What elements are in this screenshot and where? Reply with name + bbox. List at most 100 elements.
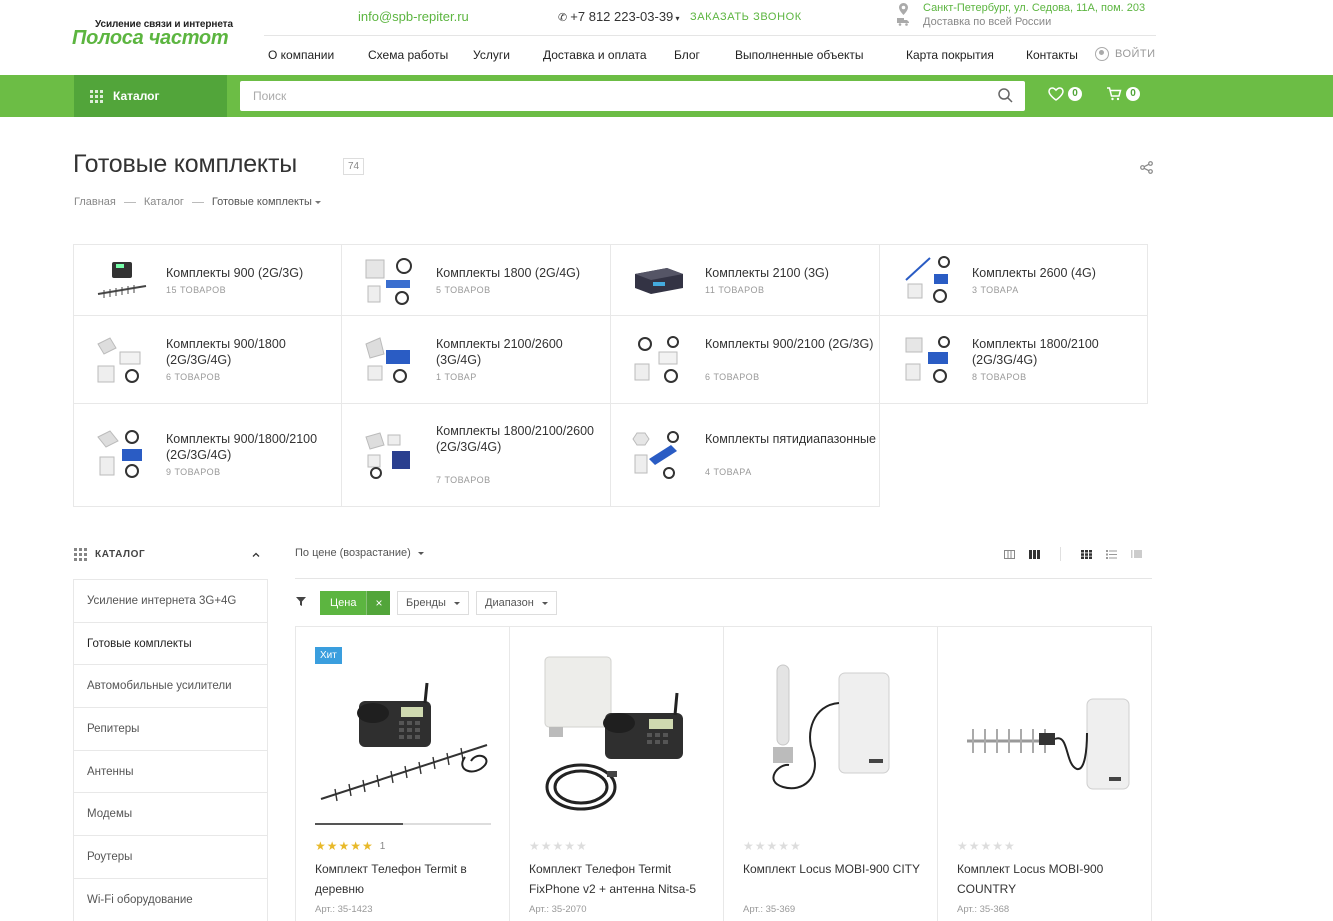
filter-price-chip[interactable]: Цена × [320, 591, 391, 615]
product-name[interactable]: Комплект Телефон Termit FixPhone v2 + ан… [529, 859, 709, 899]
sort-dropdown[interactable]: По цене (возрастание) [295, 547, 424, 559]
subcategory-card[interactable]: Комплекты 2100/2600 (3G/4G) 1 ТОВАР [341, 315, 611, 404]
product-image[interactable] [315, 653, 491, 823]
breadcrumb-catalog[interactable]: Каталог [144, 196, 184, 208]
page-title: Готовые комплекты [73, 150, 297, 178]
rating-stars: ★★★★★ [529, 839, 588, 853]
nav-projects[interactable]: Выполненные объекты [735, 48, 864, 62]
subcategory-title: Комплекты 900/1800 (2G/3G/4G) [166, 337, 286, 367]
sidebar-item-internet-boost[interactable]: Усиление интернета 3G+4G [74, 580, 267, 623]
filter-brands-label: Бренды [406, 597, 446, 609]
product-name[interactable]: Комплект Телефон Termit в деревню [315, 859, 495, 899]
subcategory-count: 11 ТОВАРОВ [705, 285, 765, 295]
email-link[interactable]: info@spb-repiter.ru [358, 9, 469, 24]
sidebar-heading: КАТАЛОГ [95, 549, 146, 560]
callback-link[interactable]: ЗАКАЗАТЬ ЗВОНОК [690, 11, 802, 23]
sidebar-item-ready-kits[interactable]: Готовые комплекты [74, 623, 267, 666]
nav-workflow[interactable]: Схема работы [368, 48, 448, 62]
filter-brands-dropdown[interactable]: Бренды [397, 591, 469, 615]
chevron-down-icon [314, 200, 321, 204]
nav-blog[interactable]: Блог [674, 48, 700, 62]
product-card[interactable]: Хит ★★★★★ 1 Комплект Телефон Termit в де… [296, 627, 510, 921]
subcategory-card[interactable]: Комплекты 900/1800 (2G/3G/4G) 6 ТОВАРОВ [73, 315, 342, 404]
heart-icon [1048, 87, 1064, 101]
subcategory-card[interactable]: Комплекты 2100 (3G) 11 ТОВАРОВ [610, 244, 880, 316]
grid-view-icon[interactable] [1081, 549, 1092, 559]
filter-price-label: Цена [330, 597, 357, 609]
breadcrumb-current[interactable]: Готовые комплекты [212, 196, 321, 208]
subcategory-title: Комплекты 900/2100 (2G/3G) [705, 337, 874, 351]
phone-text: +7 812 223-03-39 [570, 9, 674, 24]
nav-delivery[interactable]: Доставка и оплата [543, 48, 647, 62]
subcategory-card[interactable]: Комплекты 1800/2100/2600 (2G/3G/4G) 7 ТО… [341, 403, 611, 507]
sidebar-item-antennas[interactable]: Антенны [74, 751, 267, 794]
search-input[interactable] [240, 81, 1025, 111]
favorites-button[interactable]: 0 [1048, 87, 1082, 101]
rating-stars: ★★★★★ [957, 839, 1016, 853]
filter-icon[interactable] [296, 596, 306, 610]
breadcrumb-separator [191, 201, 204, 203]
sidebar-item-repeaters[interactable]: Репитеры [74, 708, 267, 751]
share-icon[interactable] [1140, 161, 1153, 177]
repeater-kit-thumbnail-icon [365, 258, 412, 305]
sidebar-catalog-header[interactable]: КАТАЛОГ [74, 548, 260, 561]
search-box [240, 81, 1025, 111]
nav-about[interactable]: О компании [268, 48, 334, 62]
nav-coverage-map[interactable]: Карта покрытия [906, 48, 994, 62]
chevron-down-icon [453, 601, 460, 605]
columns-view-icon[interactable] [1004, 549, 1015, 559]
nav-contacts[interactable]: Контакты [1026, 48, 1078, 62]
subcategory-count: 15 ТОВАРОВ [166, 285, 227, 295]
sidebar-item-modems[interactable]: Модемы [74, 793, 267, 837]
list-view-icon[interactable] [1106, 549, 1117, 559]
subcategory-count: 5 ТОВАРОВ [436, 285, 491, 295]
product-card[interactable]: ★★★★★ Комплект Телефон Termit FixPhone v… [510, 627, 724, 921]
breadcrumb-home[interactable]: Главная [74, 196, 116, 208]
product-image[interactable] [957, 653, 1133, 823]
search-icon[interactable] [998, 88, 1013, 103]
subcategory-card[interactable]: Комплекты 900/1800/2100 (2G/3G/4G) 9 ТОВ… [73, 403, 342, 507]
star-rating-icon: ★★★★★ [315, 839, 374, 853]
compact-list-view-icon[interactable] [1131, 550, 1142, 559]
subcategory-count: 1 ТОВАР [436, 372, 477, 382]
location-pin-icon [899, 3, 909, 15]
subcategory-count: 6 ТОВАРОВ [166, 372, 221, 382]
product-image[interactable] [529, 653, 705, 823]
subcategory-card[interactable]: Комплекты 900/2100 (2G/3G) 6 ТОВАРОВ [610, 315, 880, 404]
header-divider [264, 35, 1156, 36]
subcategory-count: 6 ТОВАРОВ [705, 372, 760, 382]
nav-services[interactable]: Услуги [473, 48, 510, 62]
subcategory-card[interactable]: Комплекты пятидиапазонные 4 ТОВАРА [610, 403, 880, 507]
product-image[interactable] [743, 653, 919, 823]
close-icon[interactable]: × [366, 591, 391, 615]
catalog-button[interactable]: Каталог [74, 75, 227, 117]
repeater-kit-thumbnail-icon [365, 432, 410, 479]
subcategory-card[interactable]: Комплекты 1800 (2G/4G) 5 ТОВАРОВ [341, 244, 611, 316]
address-link[interactable]: Санкт-Петербург, ул. Седова, 11А, пом. 2… [923, 2, 1145, 14]
login-button[interactable]: ВОЙТИ [1095, 47, 1156, 61]
product-card[interactable]: ★★★★★ Комплект Locus MOBI-900 CITY Арт.:… [724, 627, 938, 921]
phone-icon: ✆ [558, 12, 571, 24]
rating-stars: ★★★★★ 1 [315, 839, 385, 853]
subcategory-title: Комплекты 2100 (3G) [705, 266, 829, 280]
sidebar-item-wifi[interactable]: Wi-Fi оборудование [74, 879, 267, 921]
sidebar-item-car-boosters[interactable]: Автомобильные усилители [74, 665, 267, 709]
chevron-up-icon[interactable] [252, 549, 260, 560]
sidebar-item-routers[interactable]: Роутеры [74, 836, 267, 879]
subcategory-card[interactable]: Комплекты 900 (2G/3G) 15 ТОВАРОВ [73, 244, 342, 316]
product-name[interactable]: Комплект Locus MOBI-900 CITY [743, 859, 923, 879]
filter-range-dropdown[interactable]: Диапазон [476, 591, 557, 615]
cart-count: 0 [1126, 87, 1140, 101]
subcategory-title: Комплекты 1800 (2G/4G) [436, 266, 581, 280]
cart-button[interactable]: 0 [1106, 87, 1140, 101]
phone-number[interactable]: ✆ +7 812 223-03-39 ▾ [558, 9, 680, 24]
table-view-icon[interactable] [1029, 549, 1040, 559]
logo[interactable]: Полоса частот [72, 27, 229, 50]
subcategory-card[interactable]: Комплекты 2600 (4G) 3 ТОВАРА [879, 244, 1148, 316]
repeater-kit-thumbnail-icon [97, 336, 141, 383]
product-name[interactable]: Комплект Locus MOBI-900 COUNTRY [957, 859, 1137, 899]
subcategory-card[interactable]: Комплекты 1800/2100 (2G/3G/4G) 8 ТОВАРОВ [879, 315, 1148, 404]
product-card[interactable]: ★★★★★ Комплект Locus MOBI-900 COUNTRY Ар… [938, 627, 1152, 921]
sort-label: По цене (возрастание) [295, 547, 411, 559]
phone-dropdown-icon[interactable]: ▾ [673, 14, 680, 23]
